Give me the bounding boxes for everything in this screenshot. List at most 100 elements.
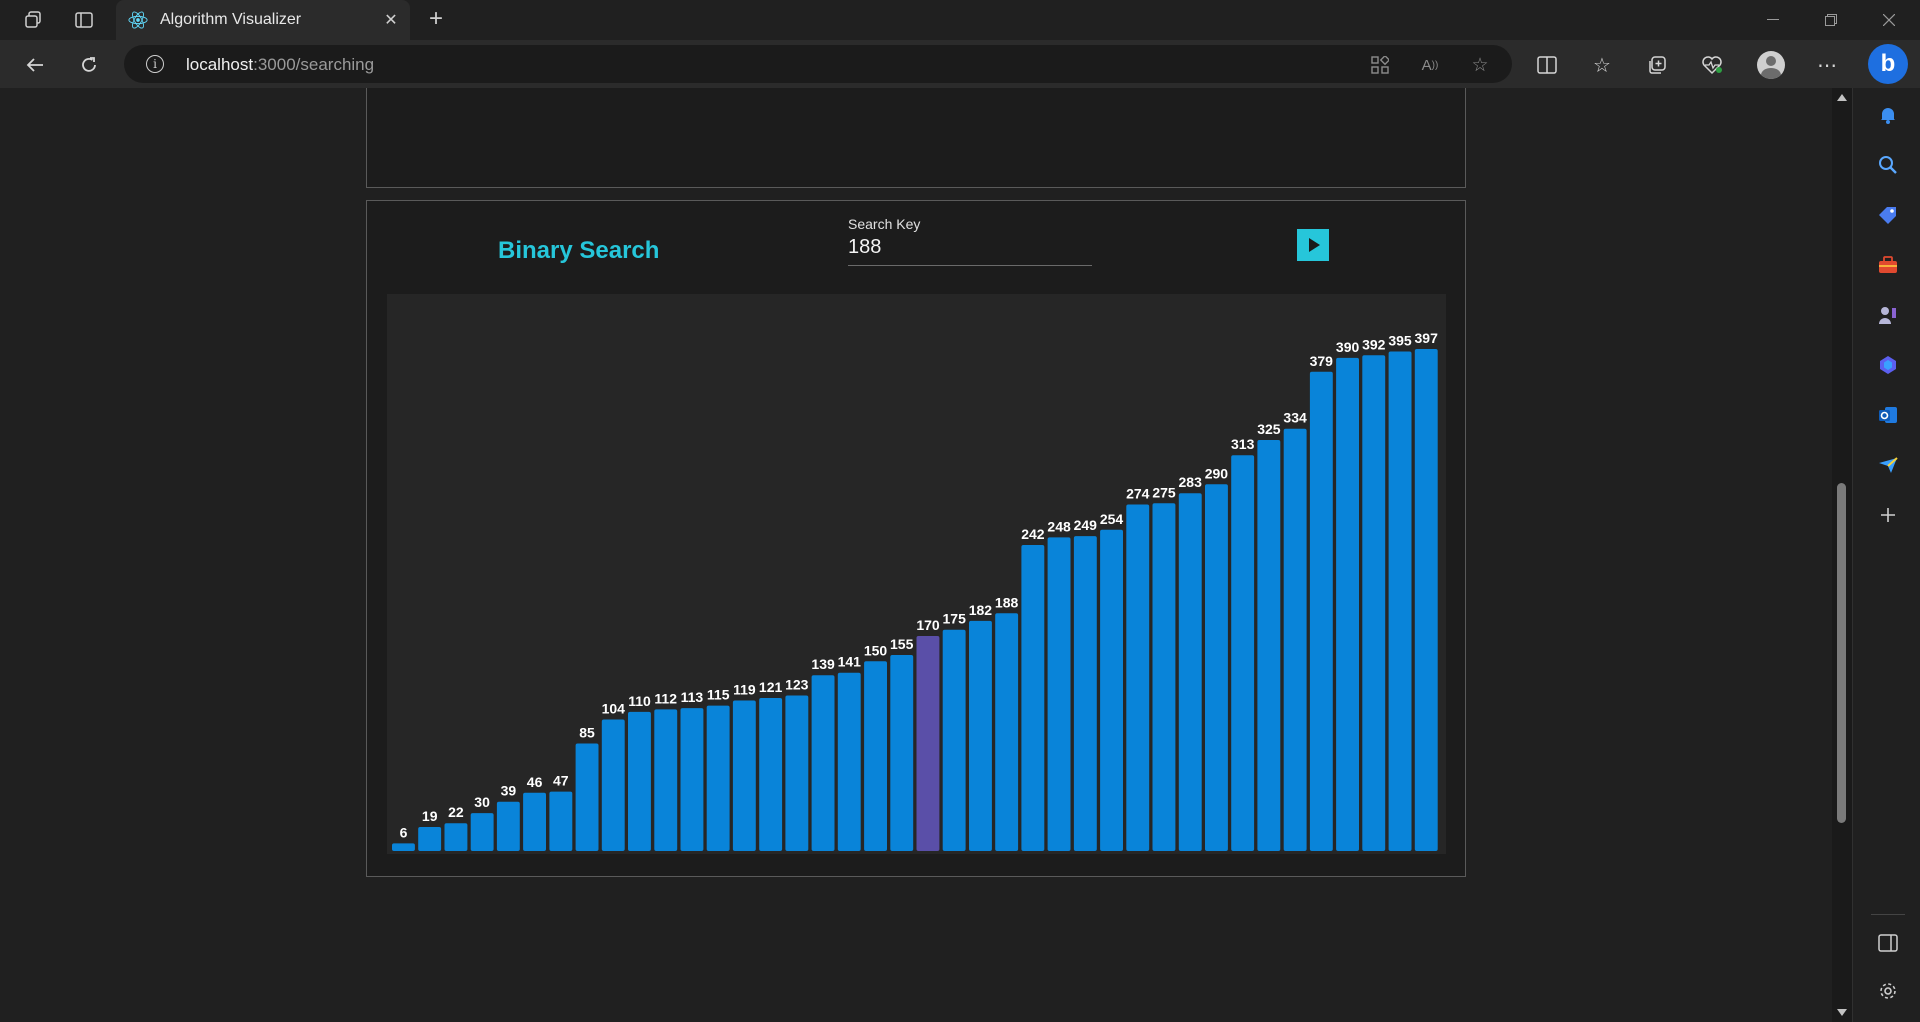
bar-value-label: 139 — [811, 656, 835, 672]
scroll-thumb[interactable] — [1837, 483, 1846, 823]
bar — [1257, 440, 1281, 851]
bar — [864, 661, 887, 851]
vertical-tabs-icon[interactable] — [71, 7, 97, 33]
outlook-icon[interactable] — [1875, 402, 1901, 428]
back-icon[interactable] — [20, 50, 50, 80]
scroll-up-icon[interactable] — [1837, 94, 1847, 101]
refresh-icon[interactable] — [74, 50, 104, 80]
hide-sidebar-icon[interactable] — [1875, 930, 1901, 956]
browser-essentials-icon[interactable] — [1697, 50, 1727, 80]
close-window-icon[interactable] — [1860, 0, 1918, 40]
bar — [785, 695, 809, 851]
bar-value-label: 115 — [707, 687, 730, 703]
binary-search-panel: Binary Search Search Key 188 6 19 22 30 39 46… — [366, 200, 1466, 877]
bar — [444, 823, 468, 851]
bar-value-label: 390 — [1336, 339, 1360, 355]
bar — [890, 655, 914, 851]
url-text[interactable]: localhost:3000/searching — [186, 55, 374, 75]
search-key-label: Search Key — [848, 216, 921, 232]
bar — [575, 743, 599, 851]
bar-value-label: 113 — [681, 689, 704, 705]
tools-icon[interactable] — [1875, 252, 1901, 278]
favorites-icon[interactable]: ☆ — [1587, 50, 1617, 80]
previous-panel — [366, 88, 1466, 188]
profile-icon[interactable] — [1757, 51, 1785, 79]
bar — [1231, 455, 1255, 851]
bar — [969, 620, 992, 851]
sidebar-divider — [1871, 914, 1905, 915]
split-screen-icon[interactable] — [1532, 50, 1562, 80]
favorite-star-icon[interactable]: ☆ — [1468, 53, 1492, 77]
bar — [1309, 371, 1333, 851]
play-button[interactable] — [1297, 229, 1329, 261]
bars-svg: 619 22303946 4785104 110 112 113 115 119 121 1231… — [392, 330, 1439, 851]
bar — [811, 675, 835, 851]
bar-value-label: 121 — [759, 679, 783, 695]
bar-chart: 6 19 22 30 39 46 47 85 104 110 112 113 115 119 121 123 1… — [387, 294, 1446, 854]
restore-icon[interactable] — [1802, 0, 1860, 40]
bar-value-label: 334 — [1283, 410, 1307, 426]
read-aloud-icon[interactable]: A)) — [1418, 53, 1442, 77]
bar-value-label: 141 — [838, 654, 862, 670]
active-tab[interactable]: Algorithm Visualizer ✕ — [116, 0, 410, 40]
address-bar[interactable]: i localhost:3000/searching A)) ☆ — [124, 45, 1512, 83]
new-tab-icon[interactable]: + — [422, 6, 450, 34]
bar-value-label: 123 — [785, 677, 809, 693]
bar-value-label: 290 — [1205, 465, 1229, 481]
bar — [1073, 536, 1097, 851]
bar — [732, 700, 756, 851]
bar — [1126, 504, 1150, 851]
workspaces-icon[interactable] — [20, 7, 46, 33]
bar-value-label: 85 — [579, 725, 595, 741]
bar — [942, 629, 966, 851]
play-icon — [1309, 238, 1320, 252]
bar-value-label: 112 — [654, 690, 677, 706]
collections-icon[interactable] — [1642, 50, 1672, 80]
bar — [523, 792, 546, 851]
bar-value-label: 248 — [1047, 518, 1071, 534]
bar-value-label: 119 — [733, 682, 756, 698]
edge-sidebar — [1852, 88, 1920, 1022]
bar-value-label: 274 — [1126, 486, 1150, 502]
react-icon — [128, 10, 148, 30]
games-icon[interactable] — [1875, 302, 1901, 328]
page-scrollbar[interactable] — [1832, 88, 1852, 1022]
algorithm-title: Binary Search — [498, 237, 660, 264]
bar-value-label: 283 — [1179, 474, 1203, 490]
bar-value-label: 249 — [1074, 517, 1098, 533]
shopping-tag-icon[interactable] — [1875, 202, 1901, 228]
bar-value-label: 395 — [1388, 333, 1412, 349]
bar — [1178, 493, 1202, 851]
bar — [392, 843, 415, 851]
search-icon[interactable] — [1875, 152, 1901, 178]
bar — [1336, 357, 1359, 851]
bar-value-label: 104 — [602, 701, 626, 717]
scroll-down-icon[interactable] — [1837, 1009, 1847, 1016]
bar-value-label: 397 — [1415, 330, 1439, 346]
copilot-icon[interactable] — [1875, 352, 1901, 378]
bar-value-label: 39 — [501, 783, 517, 799]
bar — [1414, 349, 1438, 851]
site-info-icon[interactable]: i — [146, 55, 164, 73]
search-key-input[interactable]: 188 — [848, 236, 1092, 266]
bar — [1205, 484, 1228, 851]
bar-value-label: 275 — [1152, 484, 1176, 500]
add-icon[interactable] — [1875, 502, 1901, 528]
bar — [418, 827, 442, 851]
settings-icon[interactable] — [1875, 978, 1901, 1004]
more-icon[interactable]: ⋯ — [1812, 50, 1842, 80]
close-tab-icon[interactable]: ✕ — [380, 9, 402, 31]
bar-value-label: 182 — [969, 602, 993, 618]
apps-icon[interactable] — [1368, 53, 1392, 77]
browser-toolbar: i localhost:3000/searching A)) ☆ ☆ ⋯ b — [0, 40, 1920, 88]
bar — [1152, 503, 1176, 851]
bar-value-label: 30 — [474, 794, 490, 810]
bell-icon[interactable] — [1875, 102, 1901, 128]
bar — [549, 791, 573, 851]
page-viewport: Binary Search Search Key 188 6 19 22 30 39 46… — [0, 88, 1832, 1022]
minimize-icon[interactable] — [1744, 0, 1802, 40]
bar-value-label: 254 — [1100, 511, 1124, 527]
send-icon[interactable] — [1875, 452, 1901, 478]
bar-value-label: 6 — [400, 824, 408, 840]
bing-icon[interactable]: b — [1868, 44, 1908, 84]
